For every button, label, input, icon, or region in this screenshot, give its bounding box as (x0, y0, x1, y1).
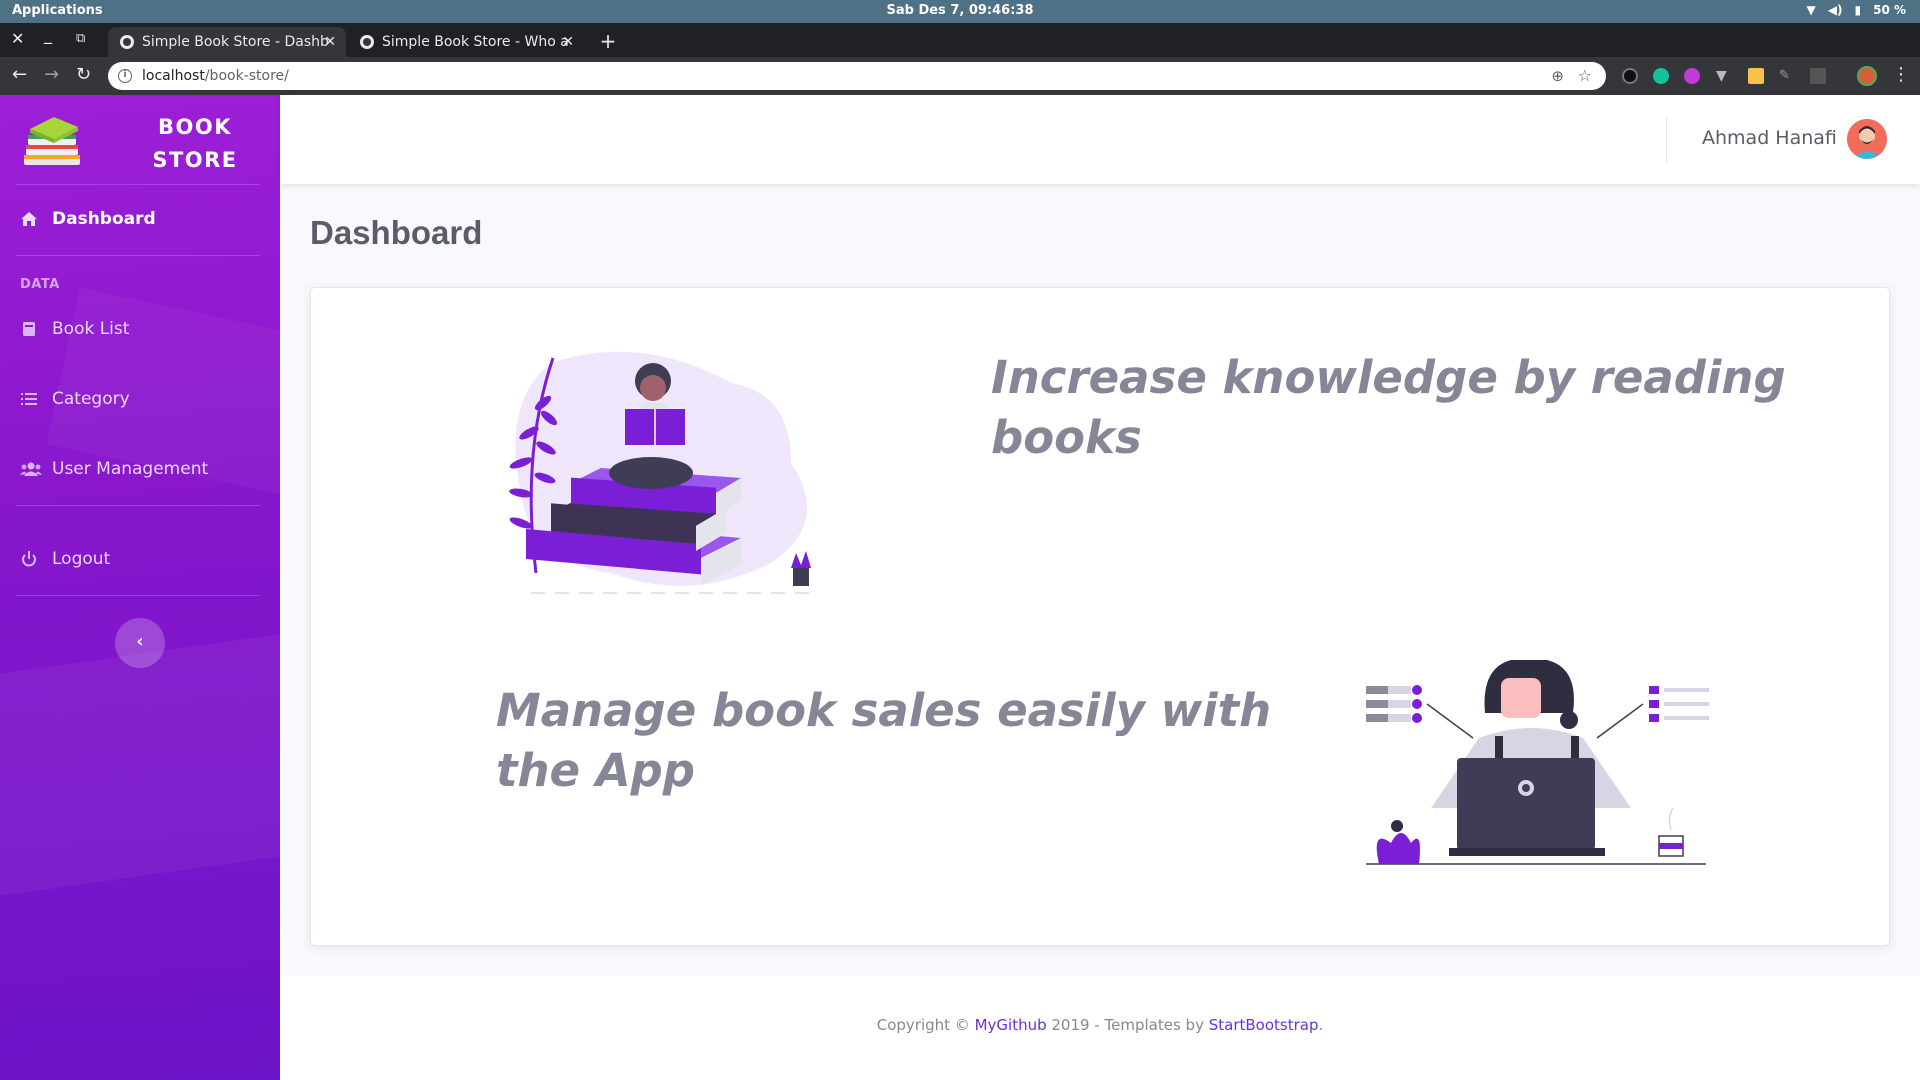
browser-toolbar: ← → ↻ i localhost/book-store/ ⊕ ☆ ▼ ✎ ⋮ (0, 57, 1920, 95)
tagline-reading: Increase knowledge by reading books (991, 351, 1786, 464)
mygithub-link[interactable]: MyGithub (975, 1016, 1047, 1034)
copyright-text: Copyright © MyGithub 2019 - Templates by… (280, 1016, 1920, 1034)
window-close-icon[interactable]: ✕ (11, 29, 24, 48)
extension-icon[interactable] (1748, 68, 1764, 84)
pen-extension-icon[interactable]: ✎ (1779, 68, 1795, 84)
globe-icon (360, 35, 374, 49)
window-minimize-icon[interactable]: _ (44, 25, 52, 44)
address-bar[interactable]: i localhost/book-store/ ⊕ ☆ (108, 62, 1606, 90)
sidebar-toggle-button[interactable]: ‹ (115, 618, 165, 668)
sidebar: BOOK STORE Dashboard DATA Book List Cate… (0, 95, 280, 1080)
sidebar-item-user-management[interactable]: User Management (20, 455, 260, 483)
power-icon (22, 551, 36, 567)
vue-devtools-icon[interactable]: ▼ (1716, 68, 1732, 84)
home-icon (21, 212, 37, 226)
extension-icon[interactable] (1810, 68, 1826, 84)
battery-level: 50 % (1873, 3, 1906, 17)
chevron-left-icon: ‹ (136, 631, 144, 652)
brand[interactable]: BOOK STORE (0, 95, 280, 185)
topbar-divider (1666, 117, 1667, 163)
laptop-work-illustration (1366, 660, 1709, 865)
users-icon (20, 462, 42, 476)
extension-icon[interactable] (1622, 68, 1638, 84)
sidebar-item-dashboard[interactable]: Dashboard (20, 205, 260, 233)
page-title: Dashboard (310, 214, 483, 251)
forward-arrow-icon[interactable]: → (44, 64, 59, 85)
sidebar-heading-data: DATA (20, 277, 60, 292)
profile-avatar-icon[interactable] (1857, 66, 1877, 86)
site-info-icon[interactable]: i (118, 69, 132, 83)
browser-tab-strip: ✕ _ ⧉ Simple Book Store - Dashb ✕ Simple… (0, 23, 1920, 57)
reading-books-illustration (509, 351, 811, 594)
grammarly-icon[interactable] (1653, 68, 1669, 84)
books-logo-icon (24, 117, 80, 165)
sidebar-divider (16, 255, 260, 256)
brand-name: BOOK STORE (140, 111, 250, 177)
sidebar-item-category[interactable]: Category (20, 385, 260, 413)
system-clock[interactable]: Sab Des 7, 09:46:38 (0, 3, 1920, 18)
startbootstrap-link[interactable]: StartBootstrap (1209, 1016, 1319, 1034)
zoom-icon[interactable]: ⊕ (1551, 62, 1564, 90)
sidebar-item-label: User Management (52, 459, 209, 479)
sidebar-item-label: Dashboard (52, 209, 156, 229)
list-icon (21, 393, 37, 405)
browser-tab-about[interactable]: Simple Book Store - Who a ✕ (348, 27, 584, 57)
brand-line-2: STORE (152, 148, 238, 172)
topbar: Ahmad Hanafi (280, 95, 1920, 184)
reload-icon[interactable]: ↻ (76, 64, 91, 85)
copyright-suffix: . (1318, 1016, 1324, 1034)
sidebar-background-decor (0, 631, 280, 899)
url-path: /book-store/ (204, 68, 289, 84)
user-name[interactable]: Ahmad Hanafi (1702, 127, 1837, 149)
sidebar-item-book-list[interactable]: Book List (20, 315, 260, 343)
book-icon (23, 322, 35, 336)
volume-icon[interactable]: ◀) (1828, 3, 1843, 17)
browser-menu-icon[interactable]: ⋮ (1892, 64, 1910, 85)
tab-title: Simple Book Store - Who a (382, 34, 569, 50)
copyright-prefix: Copyright © (876, 1016, 975, 1034)
sidebar-divider (16, 595, 260, 596)
back-arrow-icon[interactable]: ← (12, 64, 27, 85)
tab-title: Simple Book Store - Dashb (142, 34, 329, 50)
user-avatar[interactable] (1847, 119, 1887, 159)
sidebar-item-label: Category (52, 389, 130, 409)
window-restore-icon[interactable]: ⧉ (76, 31, 85, 46)
sidebar-item-label: Logout (52, 549, 111, 569)
globe-icon (120, 35, 134, 49)
footer: Copyright © MyGithub 2019 - Templates by… (280, 976, 1920, 1080)
sidebar-divider (16, 505, 260, 506)
sidebar-item-logout[interactable]: Logout (20, 545, 260, 573)
battery-icon[interactable]: ▮ (1854, 3, 1861, 17)
os-top-bar: Applications Sab Des 7, 09:46:38 ▼ ◀) ▮ … (0, 0, 1920, 23)
tagline-sales: Manage book sales easily with the App (496, 684, 1272, 797)
dashboard-card: Increase knowledge by reading books Mana… (310, 287, 1890, 946)
tab-close-icon[interactable]: ✕ (324, 27, 336, 57)
sidebar-divider (16, 184, 260, 185)
browser-tab-dashboard[interactable]: Simple Book Store - Dashb ✕ (108, 27, 346, 57)
url-host: localhost (142, 68, 205, 84)
bookmark-star-icon[interactable]: ☆ (1578, 62, 1592, 90)
tab-close-icon[interactable]: ✕ (562, 27, 574, 57)
copyright-middle: 2019 - Templates by (1046, 1016, 1209, 1034)
system-tray: ▼ ◀) ▮ 50 % (1807, 3, 1906, 17)
wifi-icon[interactable]: ▼ (1807, 3, 1816, 17)
new-tab-button[interactable]: + (596, 30, 620, 54)
sidebar-item-label: Book List (52, 319, 130, 339)
extension-icon[interactable] (1684, 68, 1700, 84)
brand-line-1: BOOK (158, 115, 232, 139)
